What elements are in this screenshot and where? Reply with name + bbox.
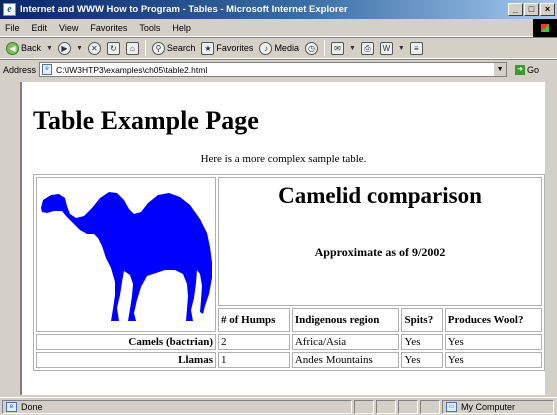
page-done-icon: e <box>6 401 17 412</box>
table-cell: Yes <box>444 334 542 350</box>
status-bar: e Done ▭ My Computer <box>0 397 557 415</box>
table-cell: Africa/Asia <box>291 334 400 350</box>
address-bar: Address e C:\IW3HTP3\examples\ch05\table… <box>0 59 557 79</box>
stop-icon: ✕ <box>87 41 101 55</box>
search-button[interactable]: ⚲ Search <box>149 39 199 57</box>
back-dropdown-icon[interactable]: ▼ <box>46 45 53 52</box>
row-header-llamas: Llamas <box>36 352 216 368</box>
row-header-camels: Camels (bactrian) <box>36 334 216 350</box>
go-label: Go <box>527 64 540 75</box>
back-label: Back <box>21 43 42 53</box>
table-row: Camelid comparison Approximate as of 9/2… <box>36 177 542 332</box>
table-row: Llamas 1 Andes Mountains Yes Yes <box>36 352 542 368</box>
address-dropdown-icon[interactable]: ▼ <box>493 63 507 76</box>
refresh-button[interactable]: ↻ <box>104 39 123 57</box>
forward-dropdown-icon[interactable]: ▼ <box>76 45 83 52</box>
status-panel <box>420 399 440 414</box>
go-arrow-icon: ➜ <box>515 64 526 75</box>
table-cell: Yes <box>401 334 443 350</box>
table-cell: Yes <box>401 352 443 368</box>
forward-button[interactable]: ▶ <box>55 39 74 57</box>
camel-image <box>41 192 212 321</box>
print-icon: ⎙ <box>360 41 374 55</box>
page-icon: e <box>42 64 53 75</box>
status-panel <box>398 399 418 414</box>
column-header-region: Indigenous region <box>291 307 400 332</box>
media-label: Media <box>274 43 299 53</box>
menu-file[interactable]: File <box>0 23 26 33</box>
home-icon: ⌂ <box>125 41 139 55</box>
column-header-spits: Spits? <box>401 307 443 332</box>
table-cell: Andes Mountains <box>291 352 400 368</box>
table-cell: 1 <box>218 352 290 368</box>
title-bar: e Internet and WWW How to Program - Tabl… <box>0 0 557 19</box>
favorites-button[interactable]: ★ Favorites <box>198 39 256 57</box>
search-icon: ⚲ <box>151 41 165 55</box>
window-title: Internet and WWW How to Program - Tables… <box>20 4 348 15</box>
favorites-icon: ★ <box>201 41 215 55</box>
minimize-button[interactable]: _ <box>508 3 523 16</box>
table-cell: 2 <box>218 334 290 350</box>
status-panel <box>376 399 396 414</box>
back-button[interactable]: ◀ Back <box>3 39 44 57</box>
maximize-button[interactable]: □ <box>524 3 539 16</box>
menu-help[interactable]: Help <box>166 23 197 33</box>
windows-logo-icon <box>533 19 557 37</box>
forward-arrow-icon: ▶ <box>57 41 71 55</box>
media-button[interactable]: ♪ Media <box>256 39 302 57</box>
menu-bar: File Edit View Favorites Tools Help <box>0 19 557 37</box>
window-controls: _ □ × <box>508 3 555 16</box>
status-panel <box>354 399 374 414</box>
page-title: Table Example Page <box>33 106 259 135</box>
menu-edit[interactable]: Edit <box>26 23 54 33</box>
menu-tools[interactable]: Tools <box>133 23 166 33</box>
discuss-button[interactable]: ≡ <box>407 39 426 57</box>
address-input[interactable]: e C:\IW3HTP3\examples\ch05\table2.html ▼ <box>39 62 508 77</box>
go-button[interactable]: ➜ Go <box>515 64 540 75</box>
toolbar: ◀ Back ▼ ▶ ▼ ✕ ↻ ⌂ ⚲ Search ★ Favorites … <box>0 37 557 59</box>
home-button[interactable]: ⌂ <box>123 39 142 57</box>
edit-button[interactable]: W <box>377 39 396 57</box>
discuss-icon: ≡ <box>409 41 423 55</box>
table-caption-cell: Camelid comparison Approximate as of 9/2… <box>218 177 542 306</box>
address-value: C:\IW3HTP3\examples\ch05\table2.html <box>56 64 208 75</box>
history-icon: ◷ <box>304 41 318 55</box>
print-button[interactable]: ⎙ <box>358 39 377 57</box>
toolbar-separator <box>323 40 325 56</box>
table-row: Camels (bactrian) 2 Africa/Asia Yes Yes <box>36 334 542 350</box>
status-done-label: Done <box>21 401 43 412</box>
menu-view[interactable]: View <box>53 23 84 33</box>
mail-icon: ✉ <box>330 41 344 55</box>
my-computer-icon: ▭ <box>446 401 457 412</box>
table-caption-title: Camelid comparison <box>278 183 482 208</box>
back-arrow-icon: ◀ <box>6 41 19 55</box>
column-header-humps: # of Humps <box>218 307 290 332</box>
intro-text: Here is a more complex sample table. <box>200 153 367 165</box>
zone-indicator: ▭ My Computer <box>442 399 554 414</box>
page-content: Table Example Page Here is a more comple… <box>22 82 545 395</box>
table-caption-subtitle: Approximate as of 9/2002 <box>314 245 446 259</box>
menu-favorites[interactable]: Favorites <box>84 23 133 33</box>
toolbar-separator <box>144 40 146 56</box>
zone-label: My Computer <box>461 401 516 412</box>
browser-window: e Internet and WWW How to Program - Tabl… <box>0 0 557 415</box>
history-button[interactable]: ◷ <box>302 39 321 57</box>
address-label: Address <box>3 64 37 75</box>
refresh-icon: ↻ <box>106 41 120 55</box>
camelid-table: Camelid comparison Approximate as of 9/2… <box>33 174 545 371</box>
table-cell: Yes <box>444 352 542 368</box>
stop-button[interactable]: ✕ <box>85 39 104 57</box>
search-label: Search <box>166 43 196 53</box>
ie-logo-icon: e <box>3 3 16 16</box>
mail-dropdown-icon[interactable]: ▼ <box>349 45 356 52</box>
word-icon: W <box>379 41 393 55</box>
media-icon: ♪ <box>259 41 273 55</box>
status-text: e Done <box>2 399 352 414</box>
mail-button[interactable]: ✉ <box>328 39 347 57</box>
favorites-label: Favorites <box>216 43 254 53</box>
close-button[interactable]: × <box>540 3 555 16</box>
edit-dropdown-icon[interactable]: ▼ <box>398 45 405 52</box>
column-header-wool: Produces Wool? <box>444 307 542 332</box>
camel-image-cell <box>36 177 216 332</box>
